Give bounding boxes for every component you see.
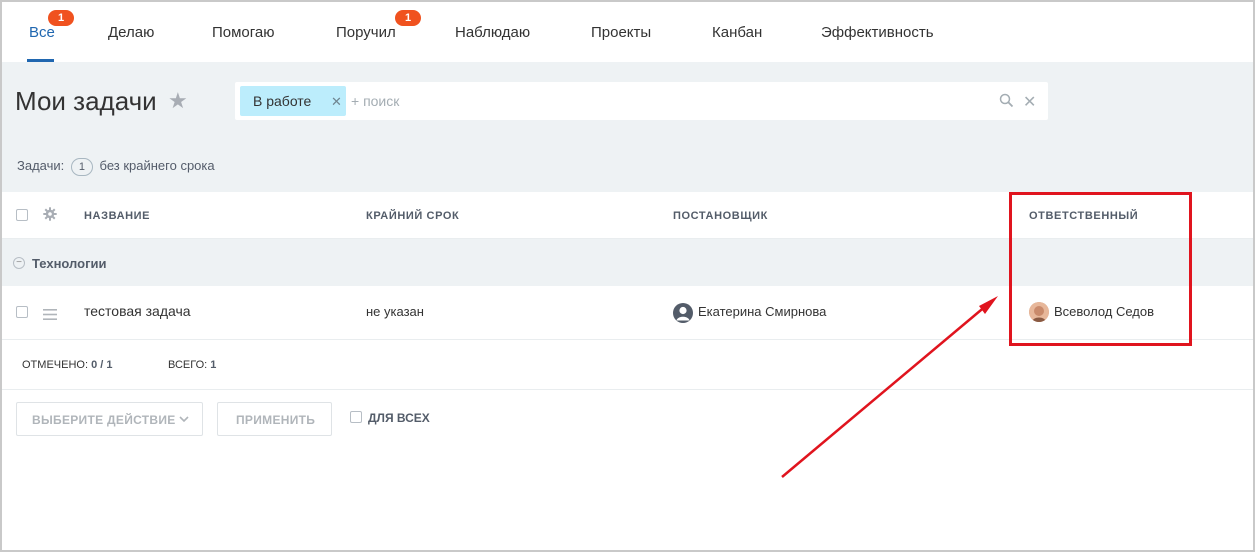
search-input[interactable]: + поиск — [351, 93, 399, 109]
tab-projects[interactable]: Проекты — [591, 24, 651, 41]
tab-watching[interactable]: Наблюдаю — [455, 24, 530, 41]
select-all-checkbox[interactable] — [16, 209, 28, 221]
clear-search-icon[interactable]: ✕ — [1023, 92, 1036, 112]
close-icon[interactable]: ✕ — [331, 94, 342, 110]
summary-count[interactable]: 1 — [70, 158, 93, 176]
tasks-summary: Задачи: 1 без крайнего срока — [17, 158, 215, 176]
selected-label: ОТМЕЧЕНО: — [22, 359, 88, 371]
user-avatar-icon — [673, 303, 693, 323]
summary-suffix: без крайнего срока — [99, 158, 215, 173]
page-title: Мои задачи — [15, 86, 157, 116]
apply-button[interactable]: ПРИМЕНИТЬ — [217, 402, 332, 436]
group-name: Технологии — [32, 256, 107, 271]
selected-value: 0 / 1 — [91, 359, 113, 371]
menu-icon[interactable] — [43, 307, 57, 325]
task-creator[interactable]: Екатерина Смирнова — [698, 304, 826, 319]
for-all-checkbox[interactable] — [350, 411, 362, 423]
select-action-label: ВЫБЕРИТЕ ДЕЙСТВИЕ — [32, 413, 176, 427]
top-tab-bar: Все 1 Делаю Помогаю Поручил 1 Наблюдаю П… — [2, 2, 1253, 62]
collapse-group-icon[interactable]: − — [13, 257, 25, 269]
search-icon[interactable] — [999, 93, 1014, 113]
column-title[interactable]: НАЗВАНИЕ — [84, 210, 150, 222]
summary-prefix: Задачи: — [17, 158, 65, 173]
star-icon[interactable]: ★ — [168, 88, 188, 114]
filter-chip[interactable]: В работе ✕ — [240, 86, 346, 116]
table-footer: ОТМЕЧЕНО: 0 / 1 ВСЕГО: 1 — [2, 340, 1253, 390]
for-all-label: ДЛЯ ВСЕХ — [368, 411, 430, 425]
gear-icon[interactable] — [43, 207, 57, 226]
tab-efficiency[interactable]: Эффективность — [821, 24, 934, 41]
apply-button-label: ПРИМЕНИТЬ — [236, 413, 316, 427]
total-label: ВСЕГО: — [168, 359, 208, 371]
select-action-dropdown[interactable]: ВЫБЕРИТЕ ДЕЙСТВИЕ — [16, 402, 203, 436]
tab-helping[interactable]: Помогаю — [212, 24, 275, 41]
task-deadline[interactable]: не указан — [366, 304, 424, 319]
tab-doing[interactable]: Делаю — [108, 24, 154, 41]
app-window: Все 1 Делаю Помогаю Поручил 1 Наблюдаю П… — [0, 0, 1255, 552]
total-value: 1 — [210, 359, 217, 371]
filter-chip-label: В работе — [253, 93, 312, 109]
column-deadline[interactable]: КРАЙНИЙ СРОК — [366, 210, 459, 222]
tab-assigned-badge: 1 — [395, 10, 421, 26]
task-title-link[interactable]: тестовая задача — [84, 303, 191, 319]
total-count: ВСЕГО: 1 — [168, 359, 216, 371]
column-creator[interactable]: ПОСТАНОВЩИК — [673, 210, 768, 222]
tab-all-badge: 1 — [48, 10, 74, 26]
selected-count: ОТМЕЧЕНО: 0 / 1 — [22, 359, 112, 371]
chevron-down-icon — [178, 413, 190, 428]
row-checkbox[interactable] — [16, 306, 28, 318]
search-filter-bar[interactable]: В работе ✕ + поиск ✕ — [235, 82, 1048, 120]
tab-kanban[interactable]: Канбан — [712, 24, 762, 41]
annotation-highlight-box — [1009, 192, 1192, 346]
tab-assigned[interactable]: Поручил — [336, 24, 396, 41]
tab-all[interactable]: Все — [29, 24, 55, 41]
